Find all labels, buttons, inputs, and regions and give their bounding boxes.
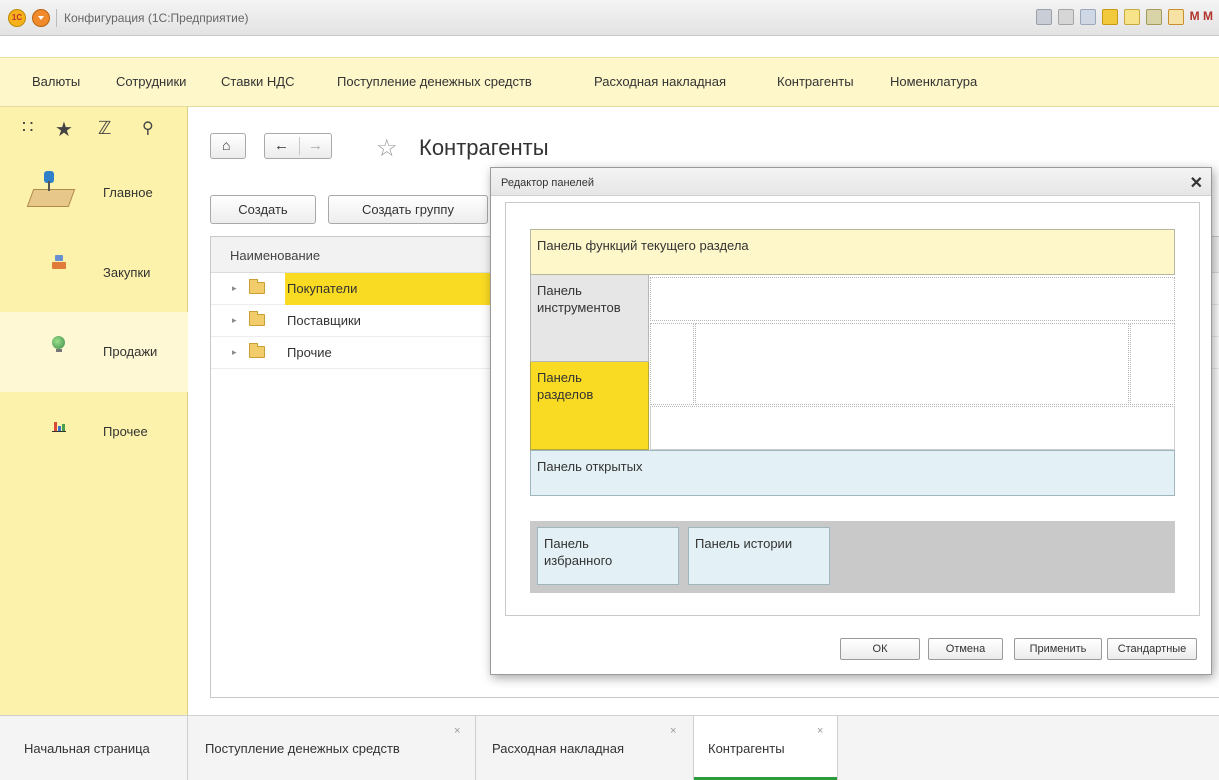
- history-icon[interactable]: ℤ: [98, 118, 111, 139]
- close-tab-icon[interactable]: ×: [817, 725, 823, 737]
- tab-label: Расходная накладная: [492, 741, 625, 756]
- standard-button[interactable]: Стандартные: [1107, 638, 1197, 660]
- bookmark-icon[interactable]: [1123, 9, 1140, 25]
- expand-arrow-icon[interactable]: ▸: [232, 347, 237, 358]
- create-group-button[interactable]: Создать группу: [328, 195, 488, 224]
- sidebar-item-label: Закупки: [103, 265, 151, 280]
- home-icon: ⌂: [222, 137, 231, 153]
- purchases-icon: [52, 255, 66, 271]
- workarea-right-block: [1130, 323, 1175, 405]
- column-header-name: Наименование: [230, 248, 321, 263]
- forward-arrow-icon[interactable]: →: [308, 137, 323, 154]
- sidebar-icon-row: ∷ ★ ℤ ⚲: [0, 107, 188, 153]
- ok-button[interactable]: ОК: [840, 638, 920, 660]
- print-icon[interactable]: [1057, 9, 1074, 25]
- workarea-top-block: [650, 277, 1175, 321]
- topbar-item-nomenclature[interactable]: Номенклатура: [890, 74, 977, 89]
- topbar-item-cash-receipt[interactable]: Поступление денежных средств: [337, 74, 532, 89]
- workarea-left-block: [650, 323, 694, 405]
- tools-panel-block[interactable]: Панель инструментов: [530, 275, 649, 362]
- row-name: Поставщики: [287, 313, 361, 328]
- calendar-icon[interactable]: [1167, 9, 1184, 25]
- sidebar-item-label: Главное: [103, 185, 153, 200]
- memory-buttons[interactable]: M M: [1190, 9, 1213, 25]
- topbar-item-employees[interactable]: Сотрудники: [116, 74, 186, 89]
- panel-label: Панель истории: [695, 536, 793, 551]
- sidebar-item-purchases[interactable]: Закупки: [0, 233, 188, 313]
- tab-label: Начальная страница: [24, 741, 150, 756]
- sections-panel: ∷ ★ ℤ ⚲ Главное Закупки Продажи Прочее: [0, 107, 188, 715]
- workarea-bottom-block: [650, 406, 1175, 450]
- back-arrow-icon[interactable]: ←: [274, 137, 289, 154]
- cancel-button[interactable]: Отмена: [928, 638, 1003, 660]
- sidebar-item-main[interactable]: Главное: [0, 153, 188, 233]
- favorites-icon[interactable]: ★: [55, 117, 73, 142]
- open-windows-panel: Начальная страница Поступление денежных …: [0, 715, 1219, 780]
- sidebar-item-sales[interactable]: Продажи: [0, 312, 188, 392]
- bar-chart-icon: [52, 419, 66, 432]
- close-icon[interactable]: ✕: [1190, 173, 1203, 193]
- panel-label: Панель функций текущего раздела: [537, 238, 749, 253]
- back-forward-buttons: ← →: [264, 133, 332, 159]
- tab-label: Поступление денежных средств: [205, 741, 400, 756]
- desk-lamp-icon: [26, 171, 76, 207]
- folder-icon: [249, 279, 265, 294]
- title-separator: [56, 9, 57, 27]
- folder-icon: [249, 343, 265, 358]
- panel-label: Панель инструментов: [537, 283, 621, 315]
- panel-editor-dialog: Редактор панелей ✕ Панель функций текуще…: [490, 167, 1212, 675]
- panel-label: Панель открытых: [537, 459, 643, 474]
- add-to-favorites-star-icon[interactable]: ☆: [376, 134, 398, 163]
- favorites-panel-block[interactable]: Панель избранного: [537, 527, 679, 585]
- dialog-title: Редактор панелей: [501, 177, 594, 189]
- sidebar-item-label: Продажи: [103, 344, 158, 359]
- expand-arrow-icon[interactable]: ▸: [232, 283, 237, 294]
- page-title: Контрагенты: [419, 135, 549, 160]
- save-icon[interactable]: [1035, 9, 1052, 25]
- globe-icon: [52, 336, 66, 352]
- row-name: Покупатели: [287, 281, 358, 296]
- calculator-icon[interactable]: [1145, 9, 1162, 25]
- title-toolbar: M M: [1035, 9, 1213, 25]
- tab-sales-invoice[interactable]: Расходная накладная ×: [476, 716, 694, 780]
- panel-layout-preview: Панель функций текущего раздела Панель и…: [505, 202, 1200, 616]
- window-title-bar: 1С Конфигурация (1С:Предприятие) M M: [0, 0, 1219, 36]
- open-windows-panel-block[interactable]: Панель открытых: [530, 450, 1175, 496]
- favorites-star-icon[interactable]: [1101, 9, 1118, 25]
- sections-panel-block[interactable]: Панель разделов: [530, 362, 649, 450]
- topbar-item-sales-invoice[interactable]: Расходная накладная: [594, 74, 726, 89]
- tab-start-page[interactable]: Начальная страница: [0, 716, 188, 780]
- close-tab-icon[interactable]: ×: [454, 725, 460, 737]
- window-title: Конфигурация (1С:Предприятие): [64, 11, 249, 25]
- 1c-logo-icon[interactable]: 1С: [8, 9, 26, 27]
- panel-label: Панель избранного: [544, 536, 613, 568]
- topbar-item-vat-rates[interactable]: Ставки НДС: [221, 74, 294, 89]
- workarea-center-block: [695, 323, 1129, 405]
- home-button[interactable]: ⌂: [210, 133, 246, 159]
- sidebar-item-label: Прочее: [103, 424, 148, 439]
- close-tab-icon[interactable]: ×: [670, 725, 676, 737]
- dialog-header[interactable]: Редактор панелей ✕: [491, 168, 1211, 196]
- tab-counterparties[interactable]: Контрагенты ×: [694, 716, 838, 780]
- folder-icon: [249, 311, 265, 326]
- panel-label: Панель разделов: [537, 370, 594, 402]
- create-button[interactable]: Создать: [210, 195, 316, 224]
- current-section-functions-panel: Валюты Сотрудники Ставки НДС Поступление…: [0, 57, 1219, 107]
- search-icon[interactable]: ⚲: [142, 118, 154, 138]
- row-name: Прочие: [287, 345, 332, 360]
- tab-cash-receipt[interactable]: Поступление денежных средств ×: [188, 716, 476, 780]
- nav-divider: [299, 137, 300, 155]
- apply-button[interactable]: Применить: [1014, 638, 1102, 660]
- topbar-item-counterparties[interactable]: Контрагенты: [777, 74, 854, 89]
- functions-panel-block[interactable]: Панель функций текущего раздела: [530, 229, 1175, 275]
- topbar-item-currencies[interactable]: Валюты: [32, 74, 80, 89]
- expand-arrow-icon[interactable]: ▸: [232, 315, 237, 326]
- tab-label: Контрагенты: [708, 741, 785, 756]
- history-panel-block[interactable]: Панель истории: [688, 527, 830, 585]
- main-menu-icon[interactable]: [32, 9, 50, 27]
- all-functions-icon[interactable]: ∷: [22, 117, 33, 138]
- preview-icon[interactable]: [1079, 9, 1096, 25]
- sidebar-item-other[interactable]: Прочее: [0, 392, 188, 472]
